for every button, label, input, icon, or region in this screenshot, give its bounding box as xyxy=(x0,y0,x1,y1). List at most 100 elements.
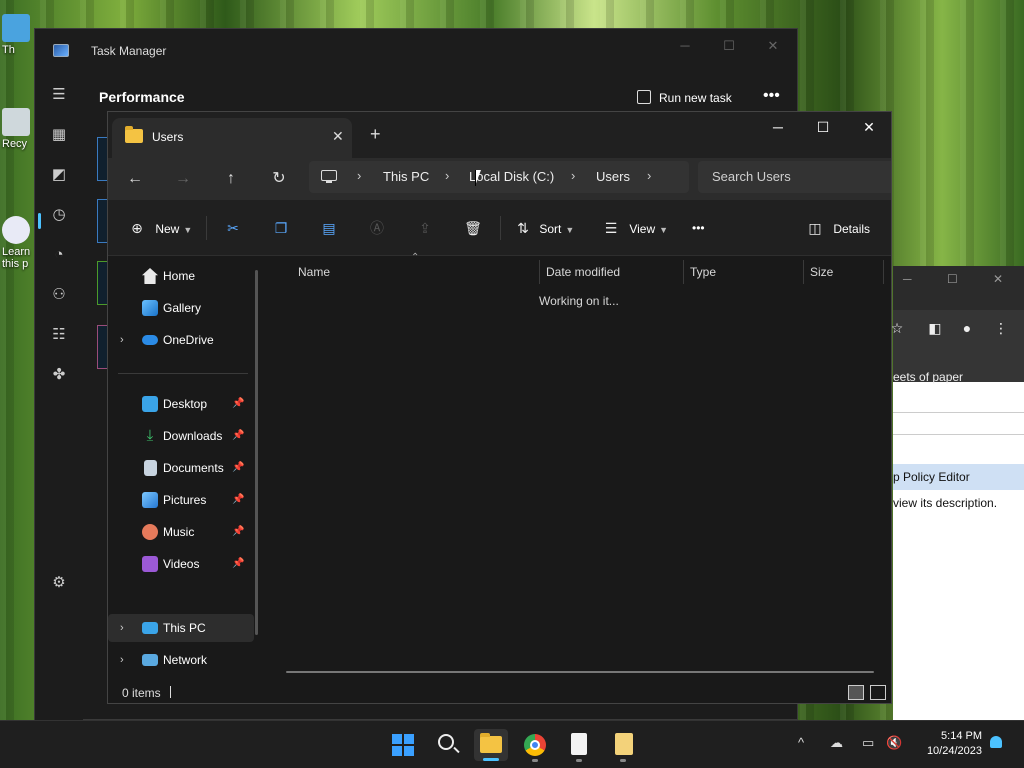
taskbar-notes-app[interactable] xyxy=(606,729,640,762)
performance-icon[interactable]: ◩ xyxy=(49,165,69,185)
pin-icon[interactable]: 📌 xyxy=(232,454,244,482)
close-tab-icon[interactable]: ✕ xyxy=(332,128,344,145)
start-button[interactable] xyxy=(386,729,420,761)
chevron-right-icon[interactable]: › xyxy=(357,168,361,183)
chevron-right-icon[interactable]: › xyxy=(120,326,124,354)
tab-users[interactable]: Users ✕ xyxy=(112,118,352,158)
cut-button[interactable]: ✂ xyxy=(224,218,242,238)
volume-muted-icon[interactable]: 🔇 xyxy=(886,735,902,751)
close-icon[interactable]: ✕ xyxy=(751,35,795,57)
desktop-icon-recycle-bin[interactable]: Recy xyxy=(2,108,34,150)
back-arrow-icon[interactable]: ← xyxy=(124,168,146,190)
breadcrumb-this-pc[interactable]: This PC xyxy=(383,169,429,184)
onedrive-cloud-icon[interactable]: ☁ xyxy=(830,735,843,751)
breadcrumb[interactable]: › This PC › Local Disk (C:) › Users › xyxy=(309,161,689,193)
column-divider[interactable] xyxy=(883,260,884,284)
details-pane-button[interactable]: ◫ Details xyxy=(806,218,870,238)
side-panel-icon[interactable]: ◧ xyxy=(927,320,943,336)
run-new-task-button[interactable]: Run new task xyxy=(637,87,732,109)
delete-button[interactable]: 🗑 xyxy=(464,218,482,238)
nav-item-this-pc[interactable]: › This PC xyxy=(108,614,254,642)
column-header-type[interactable]: Type xyxy=(690,260,716,284)
horizontal-scrollbar[interactable] xyxy=(286,671,874,673)
nav-item-home[interactable]: Home xyxy=(108,262,254,290)
maximize-icon[interactable]: ☐ xyxy=(800,116,846,138)
chevron-right-icon[interactable]: › xyxy=(571,168,575,183)
nav-item-music[interactable]: Music 📌 xyxy=(108,518,254,546)
rename-button[interactable]: Ⓐ xyxy=(368,218,386,238)
more-options-button[interactable]: ••• xyxy=(763,87,780,105)
nav-item-gallery[interactable]: Gallery xyxy=(108,294,254,322)
minimize-icon[interactable]: ─ xyxy=(903,272,912,286)
chevron-right-icon[interactable]: › xyxy=(445,168,449,183)
nav-item-network[interactable]: › Network xyxy=(108,646,254,674)
nav-item-desktop[interactable]: Desktop 📌 xyxy=(108,390,254,418)
chrome-menu-icon[interactable]: ⋮ xyxy=(993,320,1009,336)
desktop-icon-learn[interactable]: Learn this p xyxy=(2,216,34,270)
details-view-icon[interactable] xyxy=(848,685,864,700)
view-button[interactable]: ☰ View ▼ xyxy=(602,218,668,238)
pin-icon[interactable]: 📌 xyxy=(232,486,244,514)
chrome-titlebar[interactable]: ─ ☐ ✕ xyxy=(893,266,1024,310)
services-icon[interactable]: ✤ xyxy=(49,365,69,385)
breadcrumb-users[interactable]: Users xyxy=(596,169,630,184)
settings-gear-icon[interactable]: ⚙ xyxy=(49,573,69,593)
processes-icon[interactable]: ▦ xyxy=(49,125,69,145)
nav-item-onedrive[interactable]: › OneDrive xyxy=(108,326,254,354)
details-icon[interactable]: ☷ xyxy=(49,325,69,345)
paste-button[interactable]: ▤ xyxy=(320,218,338,238)
pin-icon[interactable]: 📌 xyxy=(232,550,244,578)
sort-button[interactable]: ⇅ Sort ▼ xyxy=(514,218,574,238)
column-header-size[interactable]: Size xyxy=(810,260,833,284)
column-header-date-modified[interactable]: Date modified xyxy=(546,260,620,284)
minimize-icon[interactable]: ─ xyxy=(755,116,801,138)
up-arrow-icon[interactable]: ↑ xyxy=(220,168,242,190)
new-button[interactable]: ⊕ New ▼ xyxy=(128,218,192,238)
task-manager-titlebar[interactable]: Task Manager ─ ☐ ✕ xyxy=(35,29,797,73)
chevron-right-icon[interactable]: › xyxy=(120,614,124,642)
pin-icon[interactable]: 📌 xyxy=(232,518,244,546)
breadcrumb-local-disk[interactable]: Local Disk (C:) xyxy=(469,169,554,184)
column-header-name[interactable]: Name xyxy=(298,260,330,284)
network-monitor-icon[interactable]: ▭ xyxy=(862,735,874,751)
more-options-button[interactable]: ••• xyxy=(692,218,705,238)
hamburger-menu-icon[interactable]: ☰ xyxy=(49,85,69,105)
close-icon[interactable]: ✕ xyxy=(993,272,1003,286)
refresh-icon[interactable]: ↻ xyxy=(268,168,290,190)
pin-icon[interactable]: 📌 xyxy=(232,422,244,450)
new-tab-button[interactable]: + xyxy=(370,124,381,145)
profile-avatar-icon[interactable]: ● xyxy=(959,320,975,336)
notification-bell-icon[interactable] xyxy=(990,736,1002,748)
desktop-icon-this-pc[interactable]: Th xyxy=(2,14,34,56)
nav-item-downloads[interactable]: ⤓ Downloads 📌 xyxy=(108,422,254,450)
search-input[interactable]: Search Users xyxy=(698,161,891,193)
chevron-right-icon[interactable]: › xyxy=(120,646,124,674)
startup-apps-icon[interactable]: ◔ xyxy=(49,245,69,265)
window-title: Task Manager xyxy=(91,44,167,58)
nav-scrollbar[interactable] xyxy=(255,270,258,635)
nav-item-pictures[interactable]: Pictures 📌 xyxy=(108,486,254,514)
column-divider[interactable] xyxy=(539,260,540,284)
app-history-icon[interactable]: ◷ xyxy=(49,205,69,225)
taskbar-search-button[interactable] xyxy=(430,729,464,761)
chevron-right-icon[interactable]: › xyxy=(647,168,651,183)
large-icons-view-icon[interactable] xyxy=(870,685,886,700)
chevron-up-icon[interactable]: ^ xyxy=(798,735,804,750)
taskbar-notepad[interactable] xyxy=(562,729,596,762)
column-divider[interactable] xyxy=(683,260,684,284)
maximize-icon[interactable]: ☐ xyxy=(707,35,751,57)
maximize-icon[interactable]: ☐ xyxy=(947,272,958,286)
users-icon[interactable]: ⚇ xyxy=(49,285,69,305)
taskbar-chrome[interactable] xyxy=(518,729,552,762)
system-clock[interactable]: 5:14 PM 10/24/2023 xyxy=(910,729,982,759)
taskbar-file-explorer[interactable] xyxy=(474,729,508,761)
column-divider[interactable] xyxy=(803,260,804,284)
pin-icon[interactable]: 📌 xyxy=(232,390,244,418)
forward-arrow-icon[interactable]: → xyxy=(172,168,194,190)
copy-button[interactable]: ❐ xyxy=(272,218,290,238)
nav-item-videos[interactable]: Videos 📌 xyxy=(108,550,254,578)
share-button[interactable]: ⇪ xyxy=(416,218,434,238)
nav-item-documents[interactable]: Documents 📌 xyxy=(108,454,254,482)
close-icon[interactable]: ✕ xyxy=(846,116,891,138)
minimize-icon[interactable]: ─ xyxy=(663,35,707,57)
